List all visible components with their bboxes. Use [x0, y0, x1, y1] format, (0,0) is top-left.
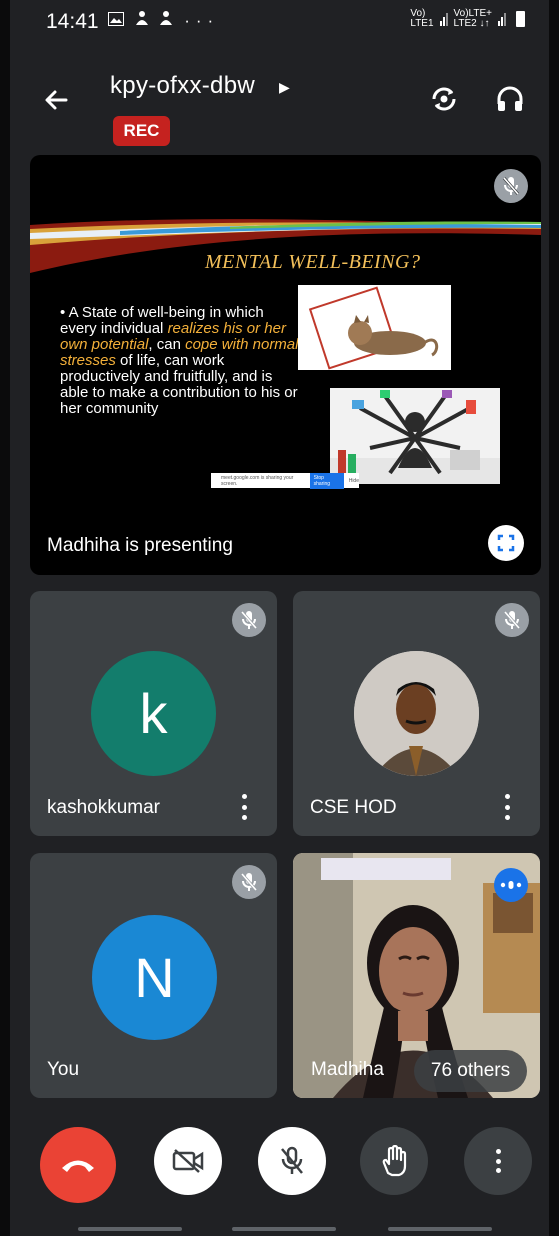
slide-title: MENTAL WELL-BEING? — [205, 251, 421, 273]
screen-bezel-right — [549, 0, 559, 1236]
overflow-dots: ··· — [184, 11, 220, 30]
presentation-tile[interactable]: MENTAL WELL-BEING? • A State of well-bei… — [30, 155, 541, 575]
participant-name: CSE HOD — [310, 797, 397, 818]
mic-off-icon — [232, 865, 266, 899]
speaking-indicator-icon — [494, 868, 528, 902]
nav-indicator — [232, 1227, 336, 1231]
more-options-icon[interactable] — [503, 794, 511, 820]
participant-name: You — [47, 1059, 80, 1080]
mic-off-icon — [281, 1146, 303, 1174]
fullscreen-icon[interactable] — [488, 525, 524, 561]
raise-hand-button[interactable] — [360, 1127, 428, 1195]
status-bar: 14:41 ··· Vo) LTE1 Vo)LTE+ LTE2 ↓↑ — [0, 0, 559, 40]
meeting-code[interactable]: kpy-ofxx-dbw — [110, 72, 255, 100]
others-count-chip[interactable]: 76 others — [414, 1050, 527, 1092]
screen-share-banner: meet.google.com is sharing your screen. … — [211, 472, 359, 489]
gallery-icon — [108, 11, 135, 30]
microphone-toggle-button[interactable] — [258, 1127, 326, 1195]
shared-slide: MENTAL WELL-BEING? • A State of well-bei… — [30, 215, 541, 515]
share-banner-text: meet.google.com is sharing your screen. — [221, 474, 294, 487]
self-view-tile[interactable]: N You — [30, 853, 277, 1098]
person-icon — [135, 11, 160, 30]
slide-cat-image — [298, 285, 451, 370]
raise-hand-icon — [382, 1145, 407, 1177]
avatar-initial: k — [139, 682, 168, 745]
avatar-initial: N — [134, 946, 175, 1009]
stop-sharing-button: Stop sharing — [309, 472, 344, 489]
mic-off-icon — [495, 603, 529, 637]
nav-indicator — [388, 1227, 492, 1231]
camera-toggle-button[interactable] — [154, 1127, 222, 1195]
slide-multitask-image — [330, 388, 500, 484]
notification-icons: ··· — [108, 10, 219, 31]
signal-bars-icon — [439, 12, 448, 26]
avatar: k — [91, 651, 216, 776]
nav-indicator — [78, 1227, 182, 1231]
headphones-icon[interactable] — [493, 82, 527, 116]
meeting-details-arrow-icon[interactable]: ▶ — [279, 79, 290, 96]
more-options-button[interactable] — [464, 1127, 532, 1195]
presenter-label: Madhiha is presenting — [47, 535, 233, 556]
slide-bullet: • A State of well-being in which every i… — [60, 305, 300, 417]
signal-bars-icon — [498, 12, 506, 26]
status-time: 14:41 — [46, 10, 99, 33]
sim1-label: Vo) LTE1 — [410, 8, 434, 29]
participant-tile[interactable]: CSE HOD — [293, 591, 540, 836]
recording-badge: REC — [113, 116, 170, 146]
screen-bezel-left — [0, 0, 10, 1236]
signal-indicators: Vo) LTE1 Vo)LTE+ LTE2 ↓↑ — [410, 9, 525, 29]
sim2-label: Vo)LTE+ LTE2 ↓↑ — [453, 8, 492, 29]
mic-off-icon — [494, 169, 528, 203]
profile-photo — [354, 651, 479, 776]
more-options-icon[interactable] — [240, 794, 248, 820]
end-call-button[interactable] — [40, 1127, 116, 1203]
person-icon — [159, 11, 184, 30]
slide-text-part: , can — [148, 336, 186, 353]
mic-off-icon — [232, 603, 266, 637]
participant-name: Madhiha — [311, 1059, 384, 1080]
end-call-icon — [62, 1160, 94, 1172]
back-arrow-icon[interactable] — [40, 84, 72, 116]
avatar: N — [92, 915, 217, 1040]
camera-off-icon — [172, 1149, 204, 1173]
battery-icon — [516, 11, 525, 27]
participant-name: kashokkumar — [47, 797, 160, 818]
more-icon — [494, 1149, 502, 1173]
hide-button: Hide — [348, 477, 359, 484]
participant-tile[interactable]: k kashokkumar — [30, 591, 277, 836]
switch-camera-icon[interactable] — [427, 82, 461, 116]
